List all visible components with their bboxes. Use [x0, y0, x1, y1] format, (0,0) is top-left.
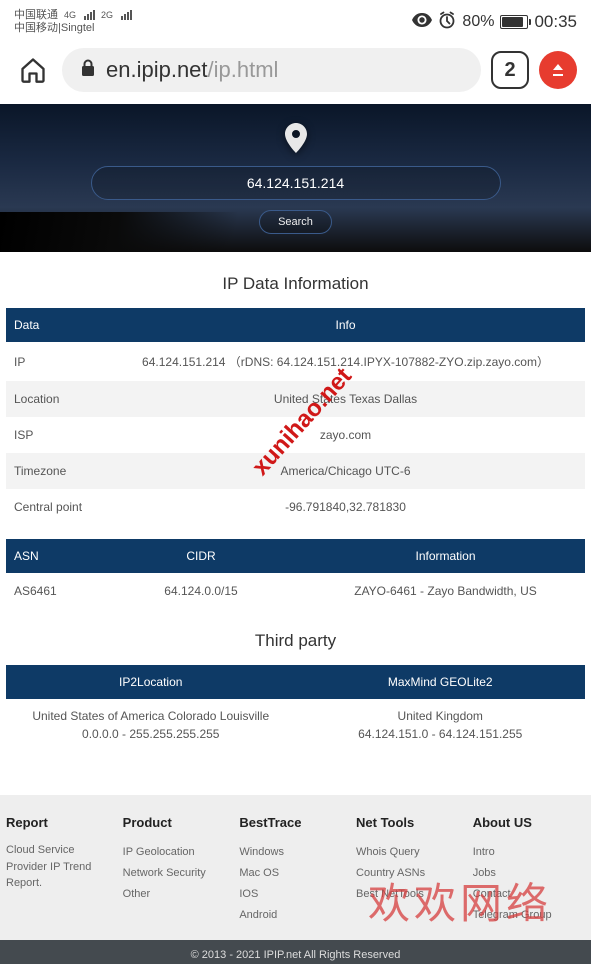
battery-percent: 80% — [462, 13, 494, 31]
footer-nettools: Net Tools Whois Query Country ASNs Best … — [356, 815, 463, 926]
asn-link[interactable]: AS6461 — [6, 573, 96, 609]
footer-link[interactable]: Jobs — [473, 863, 585, 884]
footer-link[interactable]: Country ASNs — [356, 863, 463, 884]
browser-bar: en.ipip.net/ip.html 2 — [0, 38, 591, 104]
table-row: IP64.124.151.214 （rDNS: 64.124.151.214.I… — [6, 342, 585, 381]
footer-besttrace: BestTrace Windows Mac OS IOS Android — [239, 815, 346, 926]
table-row: AS6461 64.124.0.0/15 ZAYO-6461 - Zayo Ba… — [6, 573, 585, 609]
th-info: Info — [106, 308, 585, 342]
signal-2g-label: 2G — [101, 10, 113, 21]
row-label: ISP — [6, 417, 106, 453]
clock-time: 00:35 — [534, 12, 577, 32]
signal-4g-label: 4G — [64, 10, 76, 21]
carrier-2: 中国移动|Singtel — [14, 22, 95, 35]
asn-table: ASN CIDR Information AS6461 64.124.0.0/1… — [6, 539, 585, 609]
footer-link[interactable]: IOS — [239, 884, 346, 905]
table-row: Central point-96.791840,32.781830 — [6, 489, 585, 525]
row-label: Timezone — [6, 453, 106, 489]
row-info: zayo.com — [106, 417, 585, 453]
footer-about: About US Intro Jobs Contact Telegram Gro… — [473, 815, 585, 926]
footer-link[interactable]: Other — [123, 884, 230, 905]
status-icons: 80% 00:35 — [412, 11, 577, 34]
th-maxmind: MaxMind GEOLite2 — [296, 665, 586, 699]
asn-cidr: 64.124.0.0/15 — [96, 573, 306, 609]
carrier-info: 中国联通 4G 2G 中国移动|Singtel — [14, 9, 132, 35]
footer-link[interactable]: Android — [239, 905, 346, 926]
battery-icon — [500, 15, 528, 29]
row-info: America/Chicago UTC-6 — [106, 453, 585, 489]
signal-icon-1 — [84, 10, 95, 20]
footer-link[interactable]: Contact — [473, 884, 585, 905]
table-row: TimezoneAmerica/Chicago UTC-6 — [6, 453, 585, 489]
section-title-ipdata: IP Data Information — [6, 274, 585, 294]
signal-icon-2 — [121, 10, 132, 20]
lock-icon — [80, 59, 96, 82]
th-asn: ASN — [6, 539, 96, 573]
th-cidr: CIDR — [96, 539, 306, 573]
ip-search-input[interactable] — [91, 166, 501, 200]
location-pin-icon — [284, 123, 308, 156]
footer-link[interactable]: IP Geolocation — [123, 842, 230, 863]
footer-link[interactable]: Intro — [473, 842, 585, 863]
tab-count-button[interactable]: 2 — [491, 51, 529, 89]
footer-link[interactable]: Windows — [239, 842, 346, 863]
mm-line1: United Kingdom — [398, 709, 483, 723]
row-info: 64.124.151.214 （rDNS: 64.124.151.214.IPY… — [106, 342, 585, 381]
status-bar: 中国联通 4G 2G 中国移动|Singtel 80% 00:35 — [0, 0, 591, 38]
row-info: United States Texas Dallas — [106, 381, 585, 417]
url-domain: en.ipip.net — [106, 57, 208, 83]
mm-line2: 64.124.151.0 - 64.124.151.255 — [358, 727, 522, 741]
footer-title-report: Report — [6, 815, 113, 830]
footer-link[interactable]: Mac OS — [239, 863, 346, 884]
copyright: © 2013 - 2021 IPIP.net All Rights Reserv… — [0, 940, 591, 964]
row-label: Location — [6, 381, 106, 417]
ip2-line1: United States of America Colorado Louisv… — [32, 709, 269, 723]
url-path: /ip.html — [208, 57, 279, 83]
footer-link[interactable]: Best NetTools — [356, 884, 463, 905]
row-label: IP — [6, 342, 106, 381]
table-row: ISPzayo.com — [6, 417, 585, 453]
ip2-line2: 0.0.0.0 - 255.255.255.255 — [82, 727, 219, 741]
row-info: -96.791840,32.781830 — [106, 489, 585, 525]
table-row: LocationUnited States Texas Dallas — [6, 381, 585, 417]
row-label: Central point — [6, 489, 106, 525]
footer-report-text[interactable]: Cloud Service Provider IP Trend Report. — [6, 842, 113, 892]
maxmind-cell: United Kingdom 64.124.151.0 - 64.124.151… — [296, 699, 586, 751]
footer-link[interactable]: Telegram Group — [473, 905, 585, 926]
footer: Report Cloud Service Provider IP Trend R… — [0, 795, 591, 940]
url-bar[interactable]: en.ipip.net/ip.html — [62, 48, 481, 92]
table-row: United States of America Colorado Louisv… — [6, 699, 585, 751]
th-ip2location: IP2Location — [6, 665, 296, 699]
section-title-third: Third party — [6, 631, 585, 651]
footer-link[interactable]: Whois Query — [356, 842, 463, 863]
footer-title-about: About US — [473, 815, 585, 830]
footer-title-net: Net Tools — [356, 815, 463, 830]
third-party-table: IP2Location MaxMind GEOLite2 United Stat… — [6, 665, 585, 751]
footer-title-product: Product — [123, 815, 230, 830]
home-button[interactable] — [14, 51, 52, 89]
footer-title-best: BestTrace — [239, 815, 346, 830]
footer-link[interactable]: Network Security — [123, 863, 230, 884]
ip2location-cell: United States of America Colorado Louisv… — [6, 699, 296, 751]
url-text: en.ipip.net/ip.html — [106, 57, 278, 83]
carrier-1: 中国联通 — [14, 9, 58, 22]
tab-count-value: 2 — [504, 59, 515, 82]
th-asn-info: Information — [306, 539, 585, 573]
asn-info-link[interactable]: ZAYO-6461 - Zayo Bandwidth, US — [306, 573, 585, 609]
eye-icon — [412, 13, 432, 32]
search-button[interactable]: Search — [259, 210, 332, 234]
hero-section: Search — [0, 104, 591, 252]
footer-report: Report Cloud Service Provider IP Trend R… — [6, 815, 113, 926]
th-data: Data — [6, 308, 106, 342]
footer-product: Product IP Geolocation Network Security … — [123, 815, 230, 926]
ip-data-table: Data Info IP64.124.151.214 （rDNS: 64.124… — [6, 308, 585, 525]
alarm-icon — [438, 11, 456, 34]
upload-button[interactable] — [539, 51, 577, 89]
